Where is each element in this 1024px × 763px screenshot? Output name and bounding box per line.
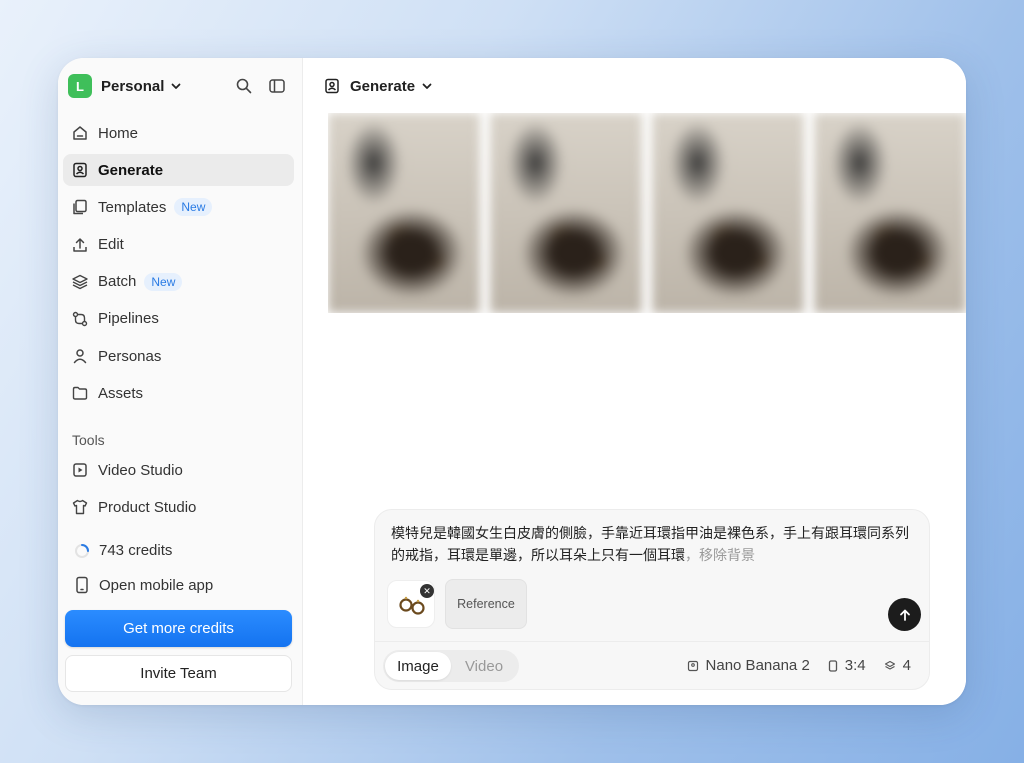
sidebar-item-templates[interactable]: Templates New [63,191,294,223]
sidebar-nav: Home Generate Templates New Edit Batch N… [63,117,294,415]
sidebar-item-label: Assets [98,384,144,402]
sidebar-item-label: Personas [98,347,162,365]
sidebar-item-label: Video Studio [98,461,183,479]
generated-image-thumbnail[interactable] [328,113,480,313]
open-mobile-app-link[interactable]: Open mobile app [74,576,213,594]
mobile-label: Open mobile app [99,576,214,594]
mobile-icon [76,576,88,594]
folder-icon [72,387,88,401]
person-icon [73,349,87,364]
templates-icon [73,200,87,215]
sidebar-item-video-studio[interactable]: Video Studio [63,454,294,486]
aspect-ratio-label: 3:4 [844,657,866,674]
send-button[interactable] [888,598,921,631]
new-badge: New [174,198,213,217]
image-count-selector[interactable]: 4 [884,657,911,674]
layers-icon [884,660,895,670]
page-title: Generate [350,77,416,95]
arrow-up-icon [899,609,910,621]
generation-options: Nano Banana 2 3:4 4 [669,657,911,674]
sidebar-item-personas[interactable]: Personas [63,340,294,372]
image-mode-tab[interactable]: Image [385,652,451,680]
credits-label: 743 credits [99,542,173,559]
prompt-composer: 模特兒是韓國女生白皮膚的側臉，手靠近耳環指甲油是裸色系，手上有跟耳環同系列的戒指… [374,509,930,690]
workspace-name: Personal [101,77,165,95]
sidebar-item-home[interactable]: Home [63,117,294,149]
sidebar-item-label: Pipelines [98,310,159,328]
generated-image-thumbnail[interactable] [652,113,804,313]
sidebar-toggle-icon[interactable] [268,77,286,95]
video-icon [73,463,87,477]
sidebar-item-label: Batch [98,273,137,291]
sidebar-item-label: Templates [98,198,167,216]
chevron-down-icon [171,83,181,89]
workspace-switcher[interactable]: L Personal [68,73,182,99]
model-icon [687,660,698,671]
tools-nav: Video Studio Product Studio [63,454,294,528]
sidebar-item-label: Home [98,124,139,142]
aspect-ratio-selector[interactable]: 3:4 [828,657,866,674]
model-label: Nano Banana 2 [705,657,810,674]
sidebar-item-product-studio[interactable]: Product Studio [63,491,294,523]
sidebar-item-pipelines[interactable]: Pipelines [63,303,294,335]
generate-icon [325,78,339,94]
sidebar-item-label: Edit [98,236,124,254]
sidebar-item-label: Product Studio [98,498,197,516]
workspace-avatar: L [68,74,92,98]
media-type-toggle: Image Video [383,650,519,682]
get-more-credits-button[interactable]: Get more credits [65,610,292,647]
remove-attachment-icon[interactable]: ✕ [420,584,434,598]
generate-icon [73,162,87,178]
sidebar-item-generate[interactable]: Generate [63,154,294,187]
sidebar-item-label: Generate [98,161,164,179]
generated-image-thumbnail[interactable] [814,113,966,313]
tools-heading: Tools [72,432,105,448]
video-mode-tab[interactable]: Video [451,652,517,680]
upload-icon [73,237,87,252]
app-window: L Personal Home Generate Templates New E… [58,58,966,705]
sidebar: L Personal Home Generate Templates New E… [58,58,303,705]
composer-divider [375,641,929,642]
generated-image-thumbnail[interactable] [490,113,642,313]
home-icon [73,126,87,140]
generated-images-gallery [328,113,966,313]
shirt-icon [72,499,88,515]
chevron-down-icon [422,83,432,89]
sidebar-item-edit[interactable]: Edit [63,229,294,261]
model-selector[interactable]: Nano Banana 2 [687,657,810,674]
image-count-label: 4 [902,657,911,674]
sidebar-item-assets[interactable]: Assets [63,377,294,409]
prompt-input[interactable]: 模特兒是韓國女生白皮膚的側臉，手靠近耳環指甲油是裸色系，手上有跟耳環同系列的戒指… [391,522,921,566]
credits-progress-icon [75,543,89,558]
mode-dropdown[interactable]: Generate [323,74,442,98]
prompt-text: 模特兒是韓國女生白皮膚的側臉，手靠近耳環指甲油是裸色系，手上有跟耳環同系列的戒指… [391,525,909,563]
prompt-suggestion: ，移除背景 [685,547,755,563]
layers-icon [72,274,88,289]
main-panel: Generate 模特兒是韓國女生白皮膚的側臉，手靠近耳環指甲油是裸色系，手上有… [303,58,966,705]
invite-team-button[interactable]: Invite Team [65,655,292,692]
reference-button[interactable]: Reference [445,579,527,629]
aspect-ratio-icon [828,659,837,672]
search-icon[interactable] [235,77,253,95]
pipelines-icon [72,311,88,327]
credits-indicator[interactable]: 743 credits [74,542,172,559]
new-badge: New [144,272,183,291]
sidebar-item-batch[interactable]: Batch New [63,266,294,298]
